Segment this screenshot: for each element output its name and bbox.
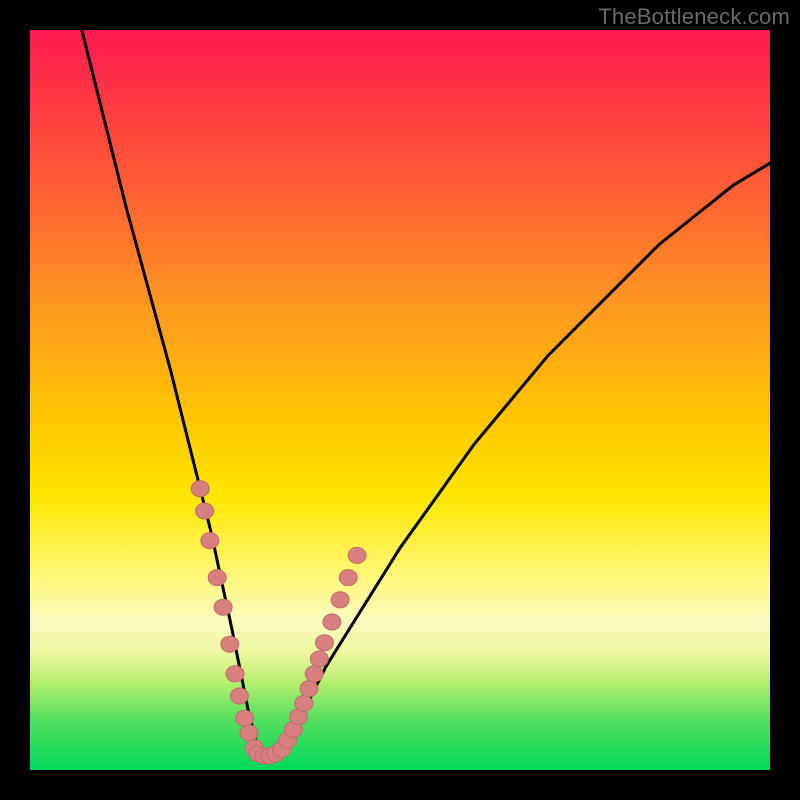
- data-point: [348, 547, 366, 563]
- data-point: [191, 481, 209, 497]
- data-point: [310, 651, 328, 667]
- data-point: [226, 666, 244, 682]
- data-point: [316, 635, 334, 651]
- data-point: [295, 695, 313, 711]
- data-point: [300, 681, 318, 697]
- bottleneck-curve: [82, 30, 770, 755]
- data-point: [323, 614, 341, 630]
- chart-frame: TheBottleneck.com: [0, 0, 800, 800]
- data-point: [339, 570, 357, 586]
- data-points-group: [191, 481, 366, 764]
- data-point: [196, 503, 214, 519]
- data-point: [221, 636, 239, 652]
- data-point: [208, 570, 226, 586]
- chart-svg: [30, 30, 770, 770]
- data-point: [305, 666, 323, 682]
- data-point: [236, 710, 254, 726]
- watermark-text: TheBottleneck.com: [598, 4, 790, 30]
- data-point: [214, 599, 232, 615]
- data-point: [201, 533, 219, 549]
- data-point: [240, 725, 258, 741]
- data-point: [230, 688, 248, 704]
- plot-area: [30, 30, 770, 770]
- data-point: [331, 592, 349, 608]
